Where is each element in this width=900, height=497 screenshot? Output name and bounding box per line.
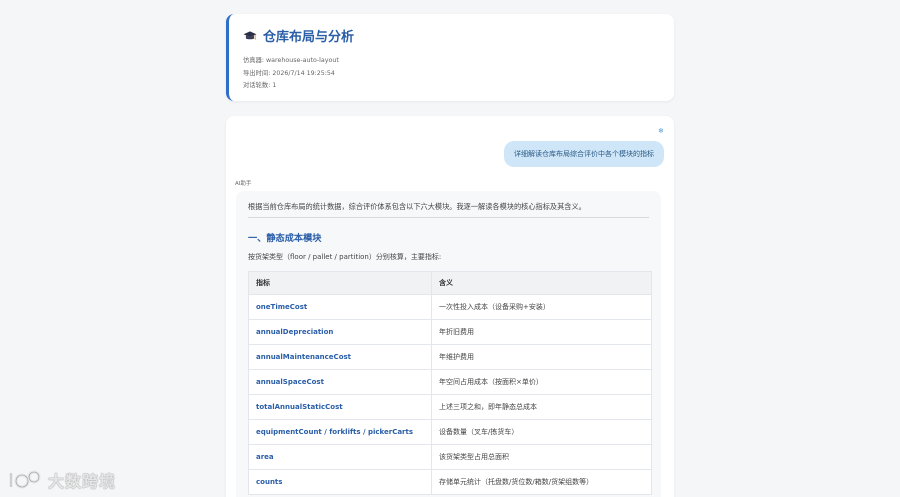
simulator-meta: 仿真器: warehouse-auto-layout	[243, 55, 660, 68]
table-row: counts 存储单元统计（托盘数/货位数/箱数/货架组数等）	[248, 469, 652, 495]
table-row: annualSpaceCost 年空间占用成本（按面积×单价）	[248, 369, 652, 395]
chat-card: ❄ 详细解读仓库布局综合评价中各个模块的指标 AI助手 根据当前仓库布局的统计数…	[226, 116, 674, 497]
meaning-cell: 一次性投入成本（设备采购+安装）	[431, 294, 652, 320]
rounds-meta: 对话轮数: 1	[243, 80, 660, 93]
export-time-meta: 导出时间: 2026/7/14 19:25:54	[243, 68, 660, 81]
rounds-label: 对话轮数:	[243, 82, 271, 89]
metric-cell: annualMaintenanceCost	[248, 344, 432, 370]
export-time-value: 2026/7/14 19:25:54	[272, 69, 335, 77]
metric-cell: counts	[248, 469, 432, 495]
column-header-metric: 指标	[248, 271, 432, 295]
metric-cell: area	[248, 444, 432, 470]
watermark-text: 大数跨境	[48, 472, 117, 491]
section-description: 按货架类型（floor / pallet / partition）分别核算，主要…	[248, 253, 442, 261]
meaning-cell: 存储单元统计（托盘数/货位数/箱数/货架组数等）	[431, 469, 652, 495]
table-row: annualMaintenanceCost 年维护费用	[248, 344, 652, 370]
table-row: annualDepreciation 年折旧费用	[248, 319, 652, 345]
ai-message-bubble: 根据当前仓库布局的统计数据，综合评价体系包含以下六大模块。我逐一解读各模块的核心…	[236, 191, 661, 497]
meaning-cell: 年折旧费用	[431, 319, 652, 345]
table-row: oneTimeCost 一次性投入成本（设备采购+安装）	[248, 294, 652, 320]
section-title: 一、静态成本模块	[248, 233, 322, 244]
table-row: area 该货架类型占用总面积	[248, 444, 652, 470]
dashuju-logo-icon	[9, 470, 41, 489]
ai-assistant-label: AI助手	[235, 181, 252, 187]
user-message-bubble: 详细解读仓库布局综合评价中各个模块的指标	[504, 141, 664, 167]
table-row: totalAnnualStaticCost 上述三项之和，即年静态总成本	[248, 394, 652, 420]
meaning-cell: 该货架类型占用总面积	[431, 444, 652, 470]
ai-intro-text: 根据当前仓库布局的统计数据，综合评价体系包含以下六大模块。我逐一解读各模块的核心…	[248, 202, 649, 218]
export-header-card: 仓库布局与分析 仿真器: warehouse-auto-layout 导出时间:…	[226, 14, 674, 101]
graduation-cap-icon	[243, 30, 257, 40]
rounds-value: 1	[272, 82, 277, 89]
user-avatar-icon: ❄	[658, 127, 664, 135]
column-header-meaning: 含义	[431, 271, 652, 295]
page-title: 仓库布局与分析	[263, 30, 355, 45]
table-header-row: 指标 含义	[248, 271, 652, 295]
metric-cell: annualDepreciation	[248, 319, 432, 345]
title-row: 仓库布局与分析	[243, 26, 660, 45]
export-time-label: 导出时间:	[243, 69, 271, 77]
meaning-cell: 设备数量（叉车/拣货车）	[431, 419, 652, 445]
meaning-cell: 年维护费用	[431, 344, 652, 370]
table-row: equipmentCount / forklifts / pickerCarts…	[248, 419, 652, 445]
simulator-value: warehouse-auto-layout	[266, 57, 339, 64]
meaning-cell: 年空间占用成本（按面积×单价）	[431, 369, 652, 395]
metrics-table: 指标 含义 oneTimeCost 一次性投入成本（设备采购+安装） annua…	[248, 271, 652, 495]
metric-cell: equipmentCount / forklifts / pickerCarts	[248, 419, 432, 445]
watermark: 大数跨境	[8, 468, 116, 492]
simulator-label: 仿真器:	[243, 57, 265, 64]
meaning-cell: 上述三项之和，即年静态总成本	[431, 394, 652, 420]
metric-cell: totalAnnualStaticCost	[248, 394, 432, 420]
metric-cell: oneTimeCost	[248, 294, 432, 320]
metric-cell: annualSpaceCost	[248, 369, 432, 395]
